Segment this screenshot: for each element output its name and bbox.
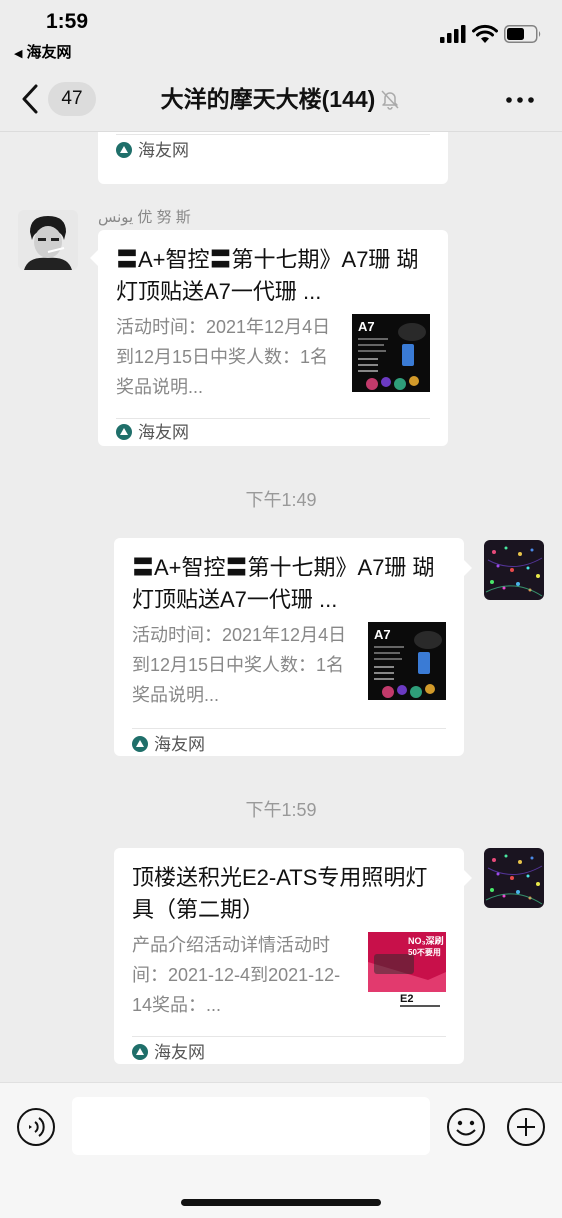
card-divider: [116, 134, 430, 135]
source-logo-icon: [132, 736, 148, 752]
card-thumbnail: A7: [368, 622, 446, 700]
emoji-icon[interactable]: [446, 1107, 486, 1147]
source-label: 海友网: [138, 423, 189, 442]
muted-bell-icon: [381, 90, 399, 110]
sender-avatar[interactable]: [18, 210, 78, 270]
voice-input-icon[interactable]: [16, 1107, 56, 1147]
message-timestamp: 下午1:59: [245, 800, 317, 820]
card-divider: [132, 728, 446, 729]
avatar-image: [484, 848, 544, 908]
card-source: 海友网: [132, 1042, 205, 1064]
thumbnail-caption-line1: NO₃深刷: [408, 935, 444, 946]
bubble-tail: [464, 560, 472, 576]
source-logo-icon: [116, 142, 132, 158]
card-title: 〓A+智控〓第十七期》A7珊 瑚灯顶贴送A7一代珊 ...: [116, 247, 419, 304]
link-card[interactable]: 顶楼送积光E2-ATS专用照明灯具（第二期） 产品介绍活动详情活动时间：2021…: [114, 848, 464, 1064]
back-triangle-icon: ◀: [14, 48, 23, 60]
avatar-image: [18, 210, 78, 270]
wifi-icon: [472, 24, 498, 43]
home-indicator[interactable]: [181, 1199, 381, 1206]
chat-header: 47 大洋的摩天大楼(144): [0, 68, 562, 132]
back-to-app-link[interactable]: ◀ 海友网: [14, 41, 71, 62]
thumbnail-image: A7: [368, 622, 446, 700]
card-title: 〓A+智控〓第十七期》A7珊 瑚灯顶贴送A7一代珊 ...: [132, 555, 435, 612]
card-thumbnail: NO₃深刷 50不要用 E2: [368, 932, 446, 1010]
thumbnail-image: NO₃深刷 50不要用 E2: [368, 932, 446, 1010]
sender-name: يونس 优 努 斯: [98, 209, 191, 226]
link-card[interactable]: 〓A+智控〓第十七期》A7珊 瑚灯顶贴送A7一代珊 ... 活动时间：2021年…: [98, 230, 448, 446]
add-attachment-icon[interactable]: [506, 1107, 546, 1147]
composer-bar: [0, 1082, 562, 1218]
card-thumbnail: A7: [352, 314, 430, 392]
source-logo-icon: [116, 424, 132, 440]
message-input[interactable]: [72, 1097, 430, 1155]
source-label: 海友网: [154, 735, 205, 754]
thumbnail-brand: E2: [400, 993, 413, 1005]
card-description: 活动时间：2021年12月4日到12月15日中奖人数：1名奖品说明...: [116, 317, 331, 397]
chat-title: 大洋的摩天大楼(144): [0, 82, 562, 116]
source-label: 海友网: [154, 1043, 205, 1062]
thumbnail-image: A7: [352, 314, 430, 392]
my-avatar[interactable]: [484, 540, 544, 600]
card-divider: [132, 1036, 446, 1037]
card-source: 海友网: [116, 422, 189, 444]
source-label: 海友网: [138, 141, 189, 160]
group-name: 大洋的摩天大楼(144): [160, 86, 376, 112]
source-logo-icon: [132, 1044, 148, 1060]
link-card[interactable]: 〓A+智控〓第十七期》A7珊 瑚灯顶贴送A7一代珊 ... 活动时间：2021年…: [114, 538, 464, 756]
card-divider: [116, 418, 430, 419]
card-description: 产品介绍活动详情活动时间：2021-12-4到2021-12-14奖品：...: [132, 935, 341, 1015]
clock: 1:59: [46, 10, 89, 33]
bubble-tail: [90, 250, 98, 266]
my-avatar[interactable]: [484, 848, 544, 908]
thumbnail-title: A7: [358, 319, 375, 334]
message-timestamp: 下午1:49: [245, 490, 317, 510]
bubble-tail: [464, 870, 472, 886]
card-title: 顶楼送积光E2-ATS专用照明灯具（第二期）: [132, 865, 428, 922]
card-description: 活动时间：2021年12月4日到12月15日中奖人数：1名奖品说明...: [132, 625, 347, 705]
card-source: 海友网: [116, 140, 189, 162]
thumbnail-caption-line2: 50不要用: [408, 948, 441, 957]
message-list[interactable]: 海友网 يونس 优 努 斯 〓A+智控〓第十七期》A7珊 瑚灯顶贴送A7一代珊…: [0, 132, 562, 1082]
cellular-signal-icon: [440, 25, 466, 43]
avatar-image: [484, 540, 544, 600]
battery-icon: [504, 25, 541, 43]
thumbnail-title: A7: [374, 627, 391, 642]
more-options-icon[interactable]: [504, 90, 536, 110]
back-app-label: 海友网: [26, 44, 72, 61]
link-card[interactable]: 海友网: [98, 132, 448, 184]
card-source: 海友网: [132, 734, 205, 756]
status-bar: 1:59 ◀ 海友网: [0, 0, 562, 68]
